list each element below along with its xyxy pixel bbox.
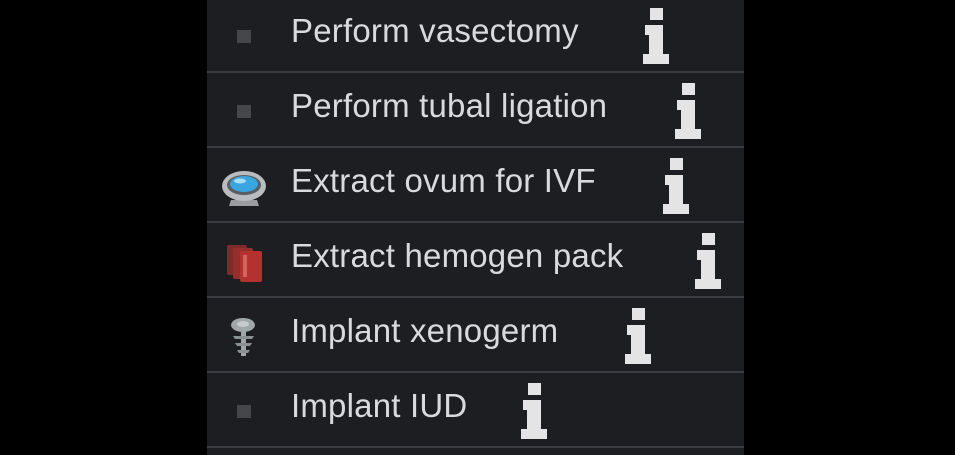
info-icon[interactable] xyxy=(659,158,693,214)
bullet-icon xyxy=(219,91,269,133)
ovum-capsule-icon xyxy=(219,166,269,208)
info-icon[interactable] xyxy=(517,383,551,439)
operations-list: Perform vasectomy Perform tubal ligation xyxy=(207,0,744,455)
operation-label: Perform vasectomy xyxy=(291,12,579,49)
operation-label: Perform tubal ligation xyxy=(291,87,608,124)
screen: Perform vasectomy Perform tubal ligation xyxy=(0,0,955,455)
operation-row-implant-xenogerm[interactable]: Implant xenogerm xyxy=(207,300,744,373)
info-icon[interactable] xyxy=(691,233,725,289)
hemogen-pack-icon xyxy=(219,241,269,283)
operation-row-extract-ovum[interactable]: Extract ovum for IVF xyxy=(207,150,744,223)
operation-label: Extract ovum for IVF xyxy=(291,162,596,199)
operation-row-extract-hemogen-pack[interactable]: Extract hemogen pack xyxy=(207,225,744,298)
info-icon[interactable] xyxy=(671,83,705,139)
operation-label: Extract hemogen pack xyxy=(291,237,624,274)
info-icon[interactable] xyxy=(621,308,655,364)
operation-row-implant-iud[interactable]: Implant IUD xyxy=(207,375,744,448)
bullet-icon xyxy=(219,391,269,433)
operation-label: Implant xenogerm xyxy=(291,312,559,349)
xenogerm-icon xyxy=(219,316,269,358)
info-icon[interactable] xyxy=(639,8,673,64)
operation-label: Implant IUD xyxy=(291,387,468,424)
bullet-icon xyxy=(219,16,269,58)
operation-row-perform-tubal-ligation[interactable]: Perform tubal ligation xyxy=(207,75,744,148)
operation-row-perform-vasectomy[interactable]: Perform vasectomy xyxy=(207,0,744,73)
